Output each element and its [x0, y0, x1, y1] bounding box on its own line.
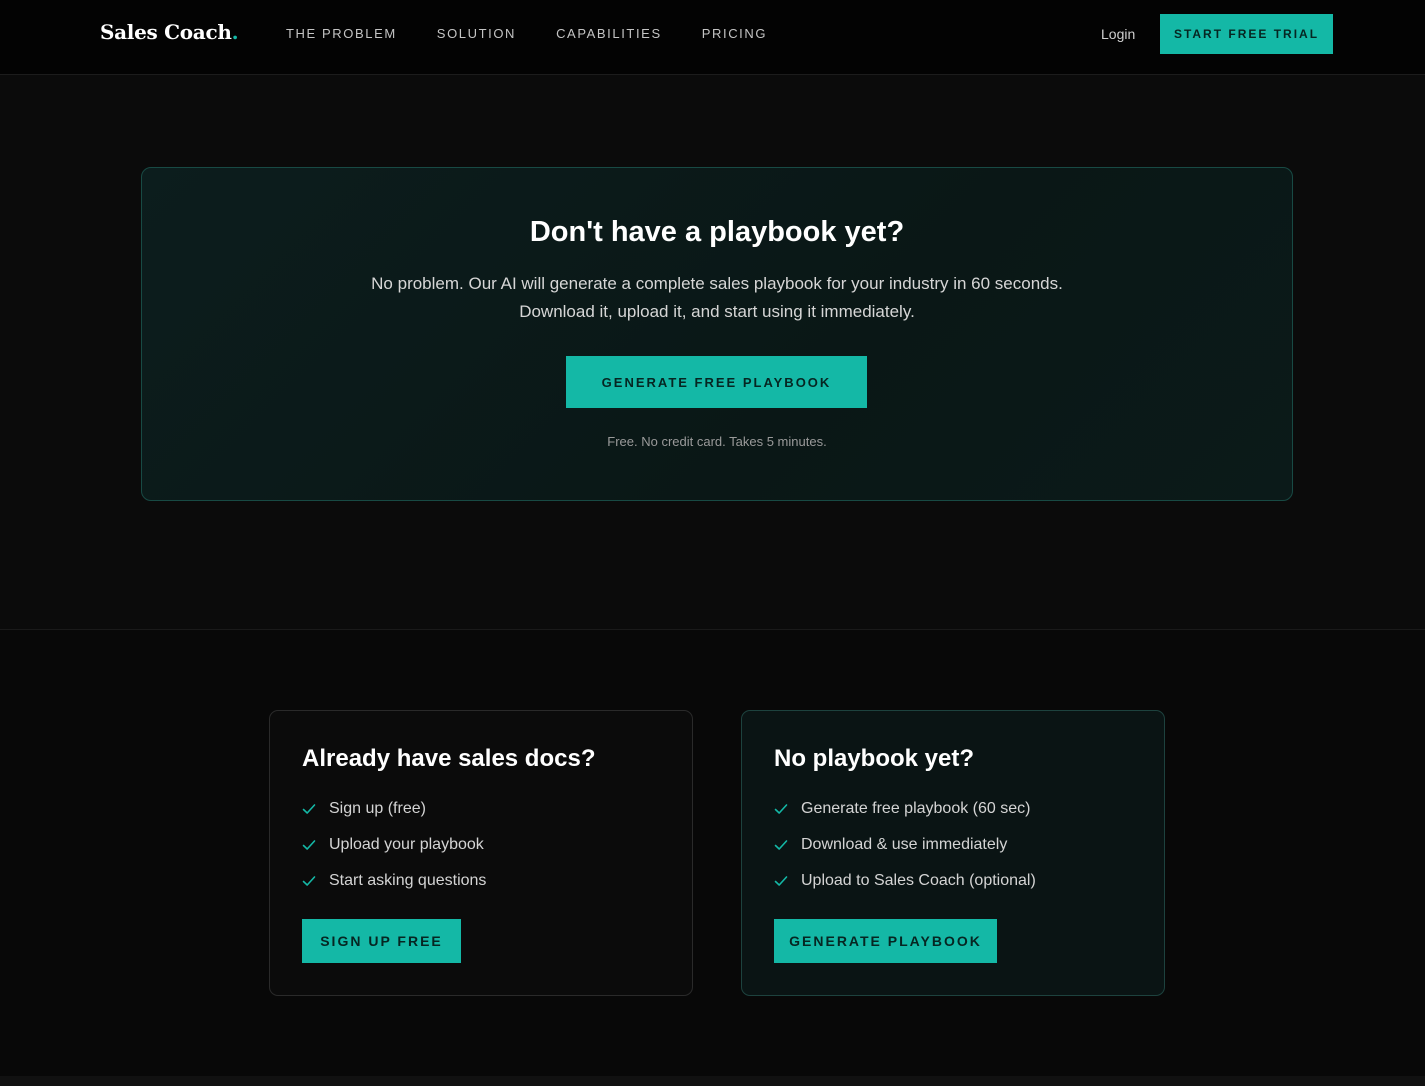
- hero-title: Don't have a playbook yet?: [529, 216, 905, 248]
- nav-link-capabilities[interactable]: CAPABILITIES: [556, 26, 662, 41]
- top-navigation-bar: Sales Coach. THE PROBLEM SOLUTION CAPABI…: [0, 0, 1425, 75]
- generate-free-playbook-button[interactable]: GENERATE FREE PLAYBOOK: [566, 356, 867, 408]
- sign-up-free-button[interactable]: SIGN UP FREE: [302, 919, 461, 963]
- list-item-label: Upload to Sales Coach (optional): [801, 872, 1036, 889]
- list-item: Sign up (free): [302, 791, 486, 827]
- check-icon: [774, 804, 788, 814]
- check-icon: [302, 840, 316, 850]
- logo[interactable]: Sales Coach.: [100, 20, 239, 44]
- generate-playbook-button[interactable]: GENERATE PLAYBOOK: [774, 919, 997, 963]
- list-item: Start asking questions: [302, 863, 486, 899]
- start-free-trial-button[interactable]: START FREE TRIAL: [1160, 14, 1333, 54]
- check-icon: [774, 840, 788, 850]
- main-nav: THE PROBLEM SOLUTION CAPABILITIES PRICIN…: [286, 26, 767, 41]
- check-icon: [774, 876, 788, 886]
- nav-link-pricing[interactable]: PRICING: [702, 26, 767, 41]
- playbook-cta-card: Don't have a playbook yet? No problem. O…: [141, 167, 1293, 501]
- list-item: Upload your playbook: [302, 827, 486, 863]
- logo-dot: .: [231, 20, 239, 44]
- nav-link-the-problem[interactable]: THE PROBLEM: [286, 26, 397, 41]
- hero-subtitle: No problem. Our AI will generate a compl…: [142, 270, 1292, 326]
- already-have-docs-card: Already have sales docs? Sign up (free) …: [269, 710, 693, 996]
- list-item: Upload to Sales Coach (optional): [774, 863, 1036, 899]
- check-icon: [302, 804, 316, 814]
- list-item-label: Upload your playbook: [329, 836, 484, 853]
- options-section: Already have sales docs? Sign up (free) …: [0, 630, 1425, 1076]
- login-link[interactable]: Login: [1101, 26, 1135, 42]
- list-item-label: Generate free playbook (60 sec): [801, 800, 1031, 817]
- list-item: Generate free playbook (60 sec): [774, 791, 1036, 827]
- logo-text: Sales Coach: [100, 20, 232, 44]
- list-item-label: Download & use immediately: [801, 836, 1008, 853]
- card-title: No playbook yet?: [774, 745, 975, 772]
- list-item: Download & use immediately: [774, 827, 1036, 863]
- list-item-label: Sign up (free): [329, 800, 426, 817]
- playbook-cta-section: Don't have a playbook yet? No problem. O…: [0, 75, 1425, 630]
- no-playbook-card: No playbook yet? Generate free playbook …: [741, 710, 1165, 996]
- hero-subtitle-line-1: No problem. Our AI will generate a compl…: [371, 274, 1063, 293]
- hero-note: Free. No credit card. Takes 5 minutes.: [607, 434, 827, 449]
- checklist: Sign up (free) Upload your playbook Star…: [302, 791, 486, 899]
- hero-subtitle-line-2: Download it, upload it, and start using …: [519, 302, 915, 321]
- page-bottom-edge: [0, 1076, 1425, 1086]
- nav-link-solution[interactable]: SOLUTION: [437, 26, 516, 41]
- card-title: Already have sales docs?: [302, 745, 596, 772]
- checklist: Generate free playbook (60 sec) Download…: [774, 791, 1036, 899]
- list-item-label: Start asking questions: [329, 872, 487, 889]
- check-icon: [302, 876, 316, 886]
